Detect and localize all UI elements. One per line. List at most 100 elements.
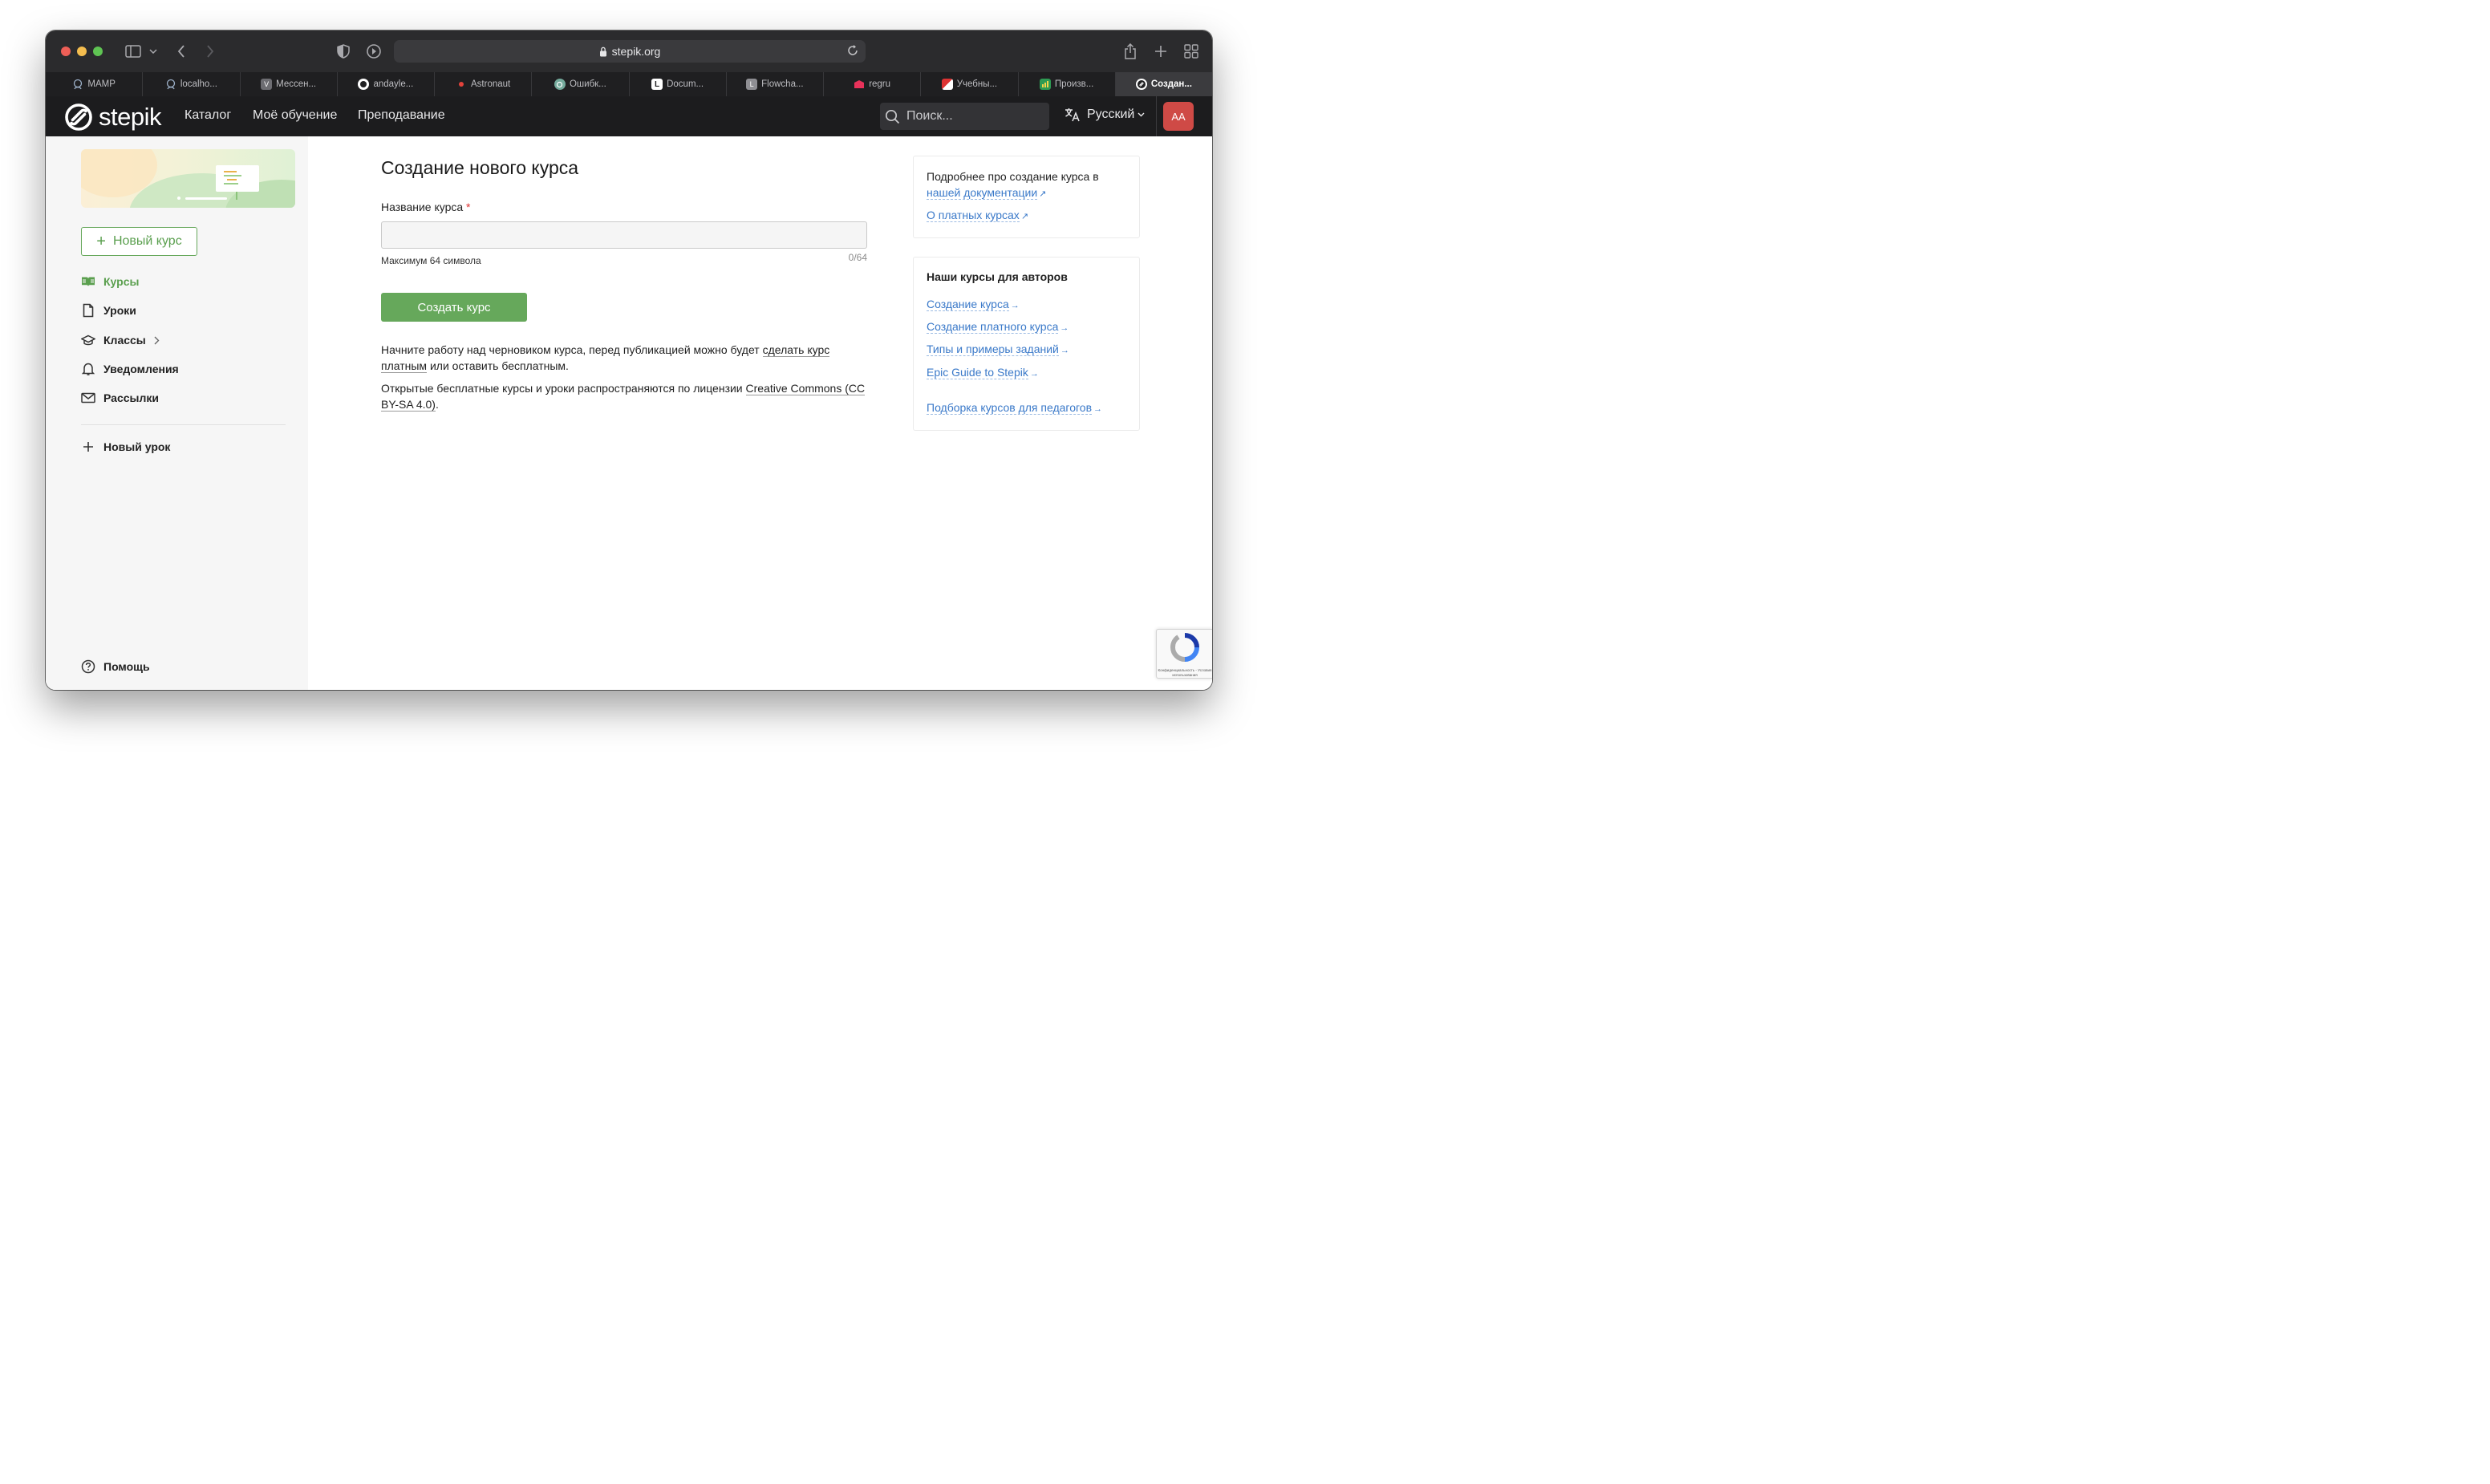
author-course-link[interactable]: Типы и примеры заданий →	[927, 343, 1069, 356]
minimize-window-button[interactable]	[77, 47, 87, 56]
draft-info-text: Начните работу над черновиком курса, пер…	[381, 343, 763, 356]
author-course-link-text: Epic Guide to Stepik	[927, 366, 1028, 379]
docs-card-text: Подробнее про создание курса в	[927, 170, 1099, 183]
documentation-link-text: нашей документации	[927, 186, 1038, 200]
tab-label: MAMP	[87, 79, 116, 89]
tab-error[interactable]: Ошибк...	[531, 72, 628, 96]
history-icon[interactable]	[365, 42, 383, 61]
tab-label: Мессен...	[276, 79, 317, 89]
tab-messenger[interactable]: V Мессен...	[239, 72, 337, 96]
address-bar[interactable]: stepik.org	[394, 40, 866, 63]
sidebar-item-notifications[interactable]: Уведомления	[81, 362, 179, 376]
draft-info-text-end: или оставить бесплатным.	[427, 359, 569, 372]
paid-courses-link-text: О платных курсах	[927, 209, 1020, 222]
help-link[interactable]: Помощь	[81, 659, 150, 674]
sidebar-item-label: Курсы	[103, 275, 140, 288]
author-course-link[interactable]: Подборка курсов для педагогов →	[927, 401, 1102, 415]
sidebar-item-mailings[interactable]: Рассылки	[81, 391, 159, 405]
sidebar-item-label: Рассылки	[103, 391, 159, 404]
language-selector[interactable]: Русский	[1065, 107, 1145, 122]
draft-info-paragraph: Начните работу над черновиком курса, пер…	[381, 342, 872, 374]
share-icon[interactable]	[1122, 42, 1138, 61]
documentation-link[interactable]: нашей документации ↗	[927, 186, 1047, 200]
address-text: stepik.org	[611, 45, 661, 58]
logo-text: stepik	[99, 103, 161, 131]
search-box[interactable]: Поиск...	[880, 103, 1049, 130]
tab-label: regru	[869, 79, 891, 89]
regru-icon	[854, 79, 865, 90]
chevron-down-icon[interactable]	[148, 42, 158, 61]
course-name-input[interactable]	[381, 221, 867, 249]
nav-teaching[interactable]: Преподавание	[358, 108, 445, 123]
arrow-right-icon: →	[1029, 369, 1039, 379]
tab-create-course[interactable]: Создан...	[1114, 72, 1212, 96]
help-icon	[81, 659, 95, 674]
tab-label: Создан...	[1150, 79, 1192, 89]
tab-label: Astronaut	[471, 79, 511, 89]
recaptcha-icon	[1170, 633, 1199, 662]
tab-github[interactable]: andayle...	[336, 72, 434, 96]
tab-regru[interactable]: regru	[823, 72, 920, 96]
author-course-link-text: Создание курса	[927, 298, 1009, 311]
header-divider	[1156, 96, 1157, 136]
character-counter: 0/64	[848, 252, 867, 263]
nav-my-learning[interactable]: Моё обучение	[253, 108, 337, 123]
recaptcha-badge[interactable]: Конфиденциальность - Условия использован…	[1156, 629, 1212, 679]
tab-flowchart[interactable]: L Flowcha...	[725, 72, 823, 96]
stepik-icon	[1135, 79, 1147, 90]
external-link-icon: ↗	[1020, 212, 1029, 221]
chevron-down-icon	[1138, 112, 1145, 117]
reload-icon[interactable]	[846, 44, 859, 57]
mamp-icon	[165, 79, 176, 90]
tab-production[interactable]: Произв...	[1017, 72, 1115, 96]
new-course-button[interactable]: + Новый курс	[81, 227, 197, 256]
sidebar: + Новый курс Курсы Уроки Классы Уведомле…	[46, 136, 308, 690]
author-course-link[interactable]: Создание платного курса →	[927, 320, 1069, 334]
forward-icon[interactable]	[205, 42, 216, 61]
sidebar-item-courses[interactable]: Курсы	[81, 274, 139, 289]
zoom-window-button[interactable]	[93, 47, 103, 56]
new-tab-icon[interactable]	[1153, 42, 1169, 61]
tab-label: Ошибк...	[569, 79, 606, 89]
author-course-link-text: Типы и примеры заданий	[927, 343, 1059, 356]
tab-training[interactable]: Учебны...	[920, 72, 1017, 96]
search-input[interactable]: Поиск...	[906, 109, 953, 124]
page-content: + Новый курс Курсы Уроки Классы Уведомле…	[46, 136, 1212, 690]
tab-document[interactable]: L Docum...	[628, 72, 726, 96]
arrow-right-icon: →	[1010, 301, 1020, 310]
close-window-button[interactable]	[61, 47, 71, 56]
site-header: stepik Каталог Моё обучение Преподавание…	[46, 96, 1212, 136]
external-link-icon: ↗	[1039, 189, 1047, 199]
arrow-right-icon: →	[1060, 323, 1069, 333]
back-icon[interactable]	[176, 42, 187, 61]
sidebar-item-lessons[interactable]: Уроки	[81, 303, 136, 318]
bell-icon	[81, 362, 95, 376]
sidebar-item-classes[interactable]: Классы	[81, 333, 160, 347]
mail-icon	[81, 391, 95, 405]
tab-localhost[interactable]: localho...	[142, 72, 239, 96]
tab-label: andayle...	[373, 79, 414, 89]
shield-icon[interactable]	[336, 42, 351, 61]
create-course-button[interactable]: Создать курс	[381, 293, 527, 322]
course-name-label-text: Название курса	[381, 201, 464, 213]
document-icon: L	[651, 79, 663, 90]
tab-astronaut[interactable]: Astronaut	[434, 72, 531, 96]
user-avatar[interactable]: AA	[1163, 102, 1194, 131]
stepik-logo[interactable]: stepik	[65, 103, 161, 132]
sidebar-toggle-icon[interactable]	[124, 42, 142, 61]
author-course-link[interactable]: Epic Guide to Stepik →	[927, 366, 1039, 379]
author-course-link[interactable]: Создание курса →	[927, 298, 1020, 311]
graduation-cap-icon	[81, 333, 95, 347]
license-info-text-end: .	[435, 398, 439, 411]
new-lesson-button[interactable]: Новый урок	[81, 440, 170, 454]
chevron-right-icon	[154, 336, 160, 345]
tab-label: Docum...	[667, 79, 704, 89]
sidebar-divider	[81, 424, 286, 425]
tab-mamp[interactable]: MAMP	[46, 72, 142, 96]
paid-courses-link[interactable]: О платных курсах ↗	[927, 209, 1029, 222]
tab-overview-icon[interactable]	[1183, 42, 1199, 61]
mamp-icon	[72, 79, 83, 90]
help-label: Помощь	[103, 660, 150, 673]
nav-catalog[interactable]: Каталог	[185, 108, 231, 123]
book-icon	[81, 274, 95, 289]
